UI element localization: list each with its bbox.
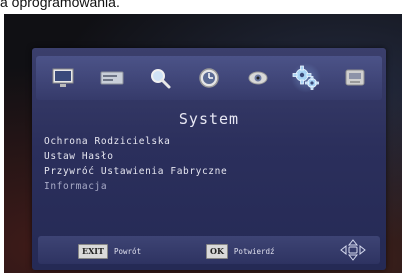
tab-preferences[interactable] <box>243 63 273 93</box>
page-caption: a oprogramowania. <box>0 0 120 10</box>
footer-hint-bar: EXIT Powrót OK Potwierdź <box>38 236 380 264</box>
ok-hint-label: Potwierdź <box>233 247 275 256</box>
clock-icon <box>196 66 222 90</box>
exit-hint: EXIT Powrót <box>78 244 141 259</box>
exit-key-badge: EXIT <box>78 244 108 259</box>
menu-item-factory-reset[interactable]: Przywróć Ustawienia Fabryczne <box>44 164 227 179</box>
menu-item-parental-control[interactable]: Ochrona Rodzicielska <box>44 134 227 149</box>
dpad-navigation-icon <box>338 238 368 266</box>
menu-tab-bar <box>36 56 382 100</box>
system-menu-list: Ochrona Rodzicielska Ustaw Hasło Przywró… <box>44 134 227 194</box>
picture-icon <box>50 66 76 90</box>
tab-search[interactable] <box>145 63 175 93</box>
eye-icon <box>245 66 271 90</box>
settings-osd-panel: System Ochrona Rodzicielska Ustaw Hasło … <box>32 48 386 270</box>
tab-time[interactable] <box>194 63 224 93</box>
exit-hint-label: Powrót <box>114 247 142 256</box>
tab-picture[interactable] <box>48 63 78 93</box>
tab-usb[interactable] <box>340 63 370 93</box>
tab-system[interactable] <box>291 63 322 93</box>
ok-hint: OK Potwierdź <box>206 244 275 259</box>
menu-item-information[interactable]: Informacja <box>44 179 227 194</box>
search-icon <box>147 66 173 90</box>
tab-channels[interactable] <box>97 63 127 93</box>
page: a oprogramowania. System Ochrona Rodzici… <box>0 0 406 273</box>
ok-key-badge: OK <box>206 244 228 259</box>
channel-list-icon <box>99 66 125 90</box>
gears-icon <box>291 64 321 92</box>
usb-icon <box>342 66 368 90</box>
menu-item-set-password[interactable]: Ustaw Hasło <box>44 149 227 164</box>
tv-screen: System Ochrona Rodzicielska Ustaw Hasło … <box>4 14 402 273</box>
menu-title: System <box>178 110 240 128</box>
